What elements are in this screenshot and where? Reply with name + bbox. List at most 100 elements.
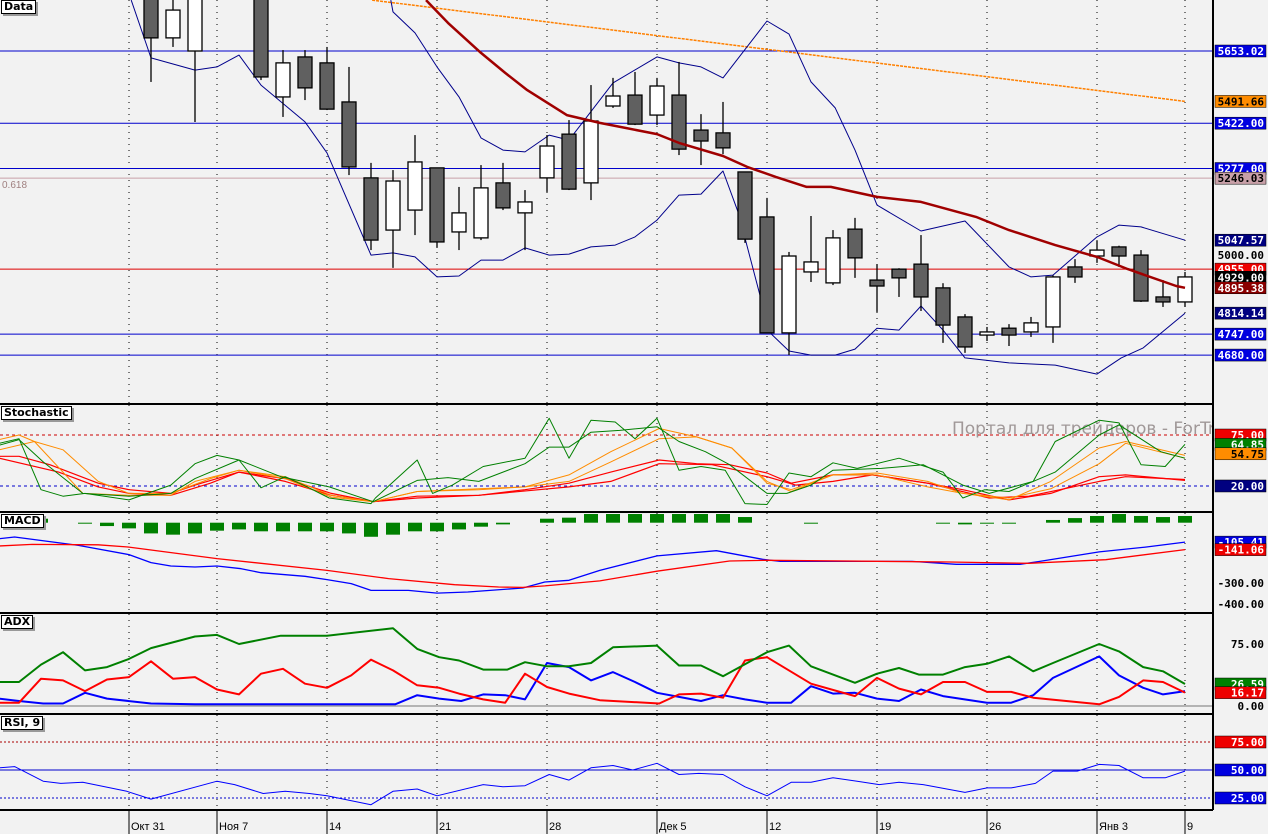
- time-tick-label: 28: [549, 821, 561, 833]
- macd-histogram-bar: [1156, 517, 1170, 523]
- candle-body: [715, 132, 731, 149]
- panel-title-data: Data: [1, 0, 37, 14]
- macd-histogram-bar: [716, 514, 730, 523]
- axis-value-label: 5653.02: [1214, 44, 1267, 58]
- time-tick-label: 9: [1187, 821, 1193, 833]
- macd-histogram-bar: [298, 522, 312, 532]
- macd-histogram-bar: [386, 522, 400, 535]
- bullish-candle[interactable]: [825, 230, 841, 286]
- axis-value-label: 5246.03: [1214, 171, 1267, 185]
- axis-value-label: -400.00: [1218, 598, 1264, 611]
- candle-body: [979, 331, 995, 336]
- time-tick-label: Дек 5: [659, 821, 687, 833]
- axis-value-label: 0.00: [1238, 700, 1265, 713]
- candle-body: [1155, 296, 1171, 303]
- bearish-candle[interactable]: [759, 197, 775, 334]
- panel-title-rsi: RSI, 9: [1, 716, 44, 730]
- axis-value-label: 5000.00: [1218, 249, 1264, 262]
- macd-histogram-bar: [1178, 515, 1192, 523]
- macd-histogram-bar: [430, 522, 444, 532]
- candle-body: [1133, 254, 1149, 302]
- candle-body: [891, 268, 907, 279]
- candle-body: [649, 85, 665, 116]
- bearish-candle[interactable]: [737, 171, 753, 243]
- candle-body: [187, 0, 203, 52]
- axis-label-text: 5653.02: [1218, 45, 1264, 58]
- macd-histogram-bar: [980, 522, 994, 524]
- axis-label-text: 0.00: [1238, 700, 1265, 713]
- candle-body: [737, 171, 753, 240]
- candle-body: [253, 0, 269, 78]
- macd-histogram-bar: [1090, 515, 1104, 523]
- macd-histogram-bar: [1134, 515, 1148, 523]
- axis-value-label: 4747.00: [1214, 327, 1267, 341]
- macd-histogram-bar: [584, 514, 598, 523]
- macd-histogram-bar: [474, 522, 488, 527]
- candle-body: [429, 167, 445, 243]
- candle-body: [803, 261, 819, 273]
- macd-histogram-bar: [210, 522, 224, 531]
- axis-label-text: -141.06: [1218, 544, 1265, 557]
- macd-histogram-bar: [496, 522, 510, 525]
- macd-histogram-bar: [320, 522, 334, 532]
- candle-body: [341, 101, 357, 168]
- candle-body: [319, 62, 335, 110]
- bearish-candle[interactable]: [253, 0, 269, 81]
- candle-body: [825, 237, 841, 284]
- axis-label-text: 4680.00: [1218, 349, 1264, 362]
- macd-histogram-bar: [232, 522, 246, 530]
- candle-body: [275, 62, 291, 98]
- time-tick-label: 21: [439, 821, 451, 833]
- macd-histogram-bar: [606, 514, 620, 523]
- axis-label-text: 5422.00: [1218, 117, 1264, 130]
- axis-label-text: 20.00: [1231, 480, 1264, 493]
- candle-body: [165, 9, 181, 39]
- candle-body: [561, 133, 577, 190]
- axis-value-label: 20.00: [1214, 479, 1267, 493]
- macd-histogram-bar: [364, 522, 378, 537]
- chart-canvas[interactable]: Портал для трейдеров - ForTrader.ru 5653…: [0, 0, 1268, 834]
- axis-label-text: 4814.14: [1218, 307, 1265, 320]
- macd-histogram-bar: [540, 518, 554, 523]
- macd-histogram-bar: [408, 522, 422, 532]
- candle-body: [539, 145, 555, 179]
- macd-histogram-bar: [342, 522, 356, 534]
- axis-label-text: 4895.38: [1218, 282, 1264, 295]
- axis-label-text: 5246.03: [1218, 172, 1264, 185]
- candle-body: [847, 228, 863, 259]
- macd-histogram-bar: [452, 522, 466, 530]
- time-tick-label: Окт 31: [131, 821, 165, 833]
- axis-value-label: 50.00: [1214, 763, 1267, 777]
- candle-body: [627, 94, 643, 125]
- axis-label-text: 75.00: [1231, 638, 1264, 651]
- candle-body: [1023, 322, 1039, 333]
- candle-body: [781, 255, 797, 334]
- macd-histogram-bar: [122, 522, 136, 529]
- axis-value-label: 5491.66: [1214, 95, 1267, 108]
- candle-body: [385, 180, 401, 231]
- time-tick-label: 19: [879, 821, 891, 833]
- axis-value-label: 4895.38: [1214, 281, 1267, 295]
- axis-label-text: 16.17: [1231, 687, 1264, 700]
- candle-body: [1045, 276, 1061, 328]
- macd-histogram-bar: [100, 522, 114, 527]
- candle-body: [495, 182, 511, 209]
- time-tick-label: 14: [329, 821, 341, 833]
- candle-body: [407, 161, 423, 211]
- bearish-candle[interactable]: [429, 167, 445, 248]
- candle-body: [1001, 327, 1017, 336]
- bullish-candle[interactable]: [1177, 271, 1193, 307]
- bearish-candle[interactable]: [957, 314, 973, 353]
- panel-title-stochastic: Stochastic: [1, 406, 72, 420]
- candle-body: [913, 263, 929, 298]
- axis-label-text: 5491.66: [1218, 95, 1265, 108]
- candle-body: [935, 287, 951, 326]
- macd-histogram-bar: [276, 522, 290, 532]
- candle-body: [1067, 266, 1083, 278]
- candle-body: [583, 120, 599, 184]
- candle-body: [363, 177, 379, 241]
- macd-histogram-bar: [936, 522, 950, 524]
- macd-histogram-bar: [694, 514, 708, 523]
- axis-label-text: -300.00: [1218, 577, 1264, 590]
- macd-histogram-bar: [1112, 514, 1126, 523]
